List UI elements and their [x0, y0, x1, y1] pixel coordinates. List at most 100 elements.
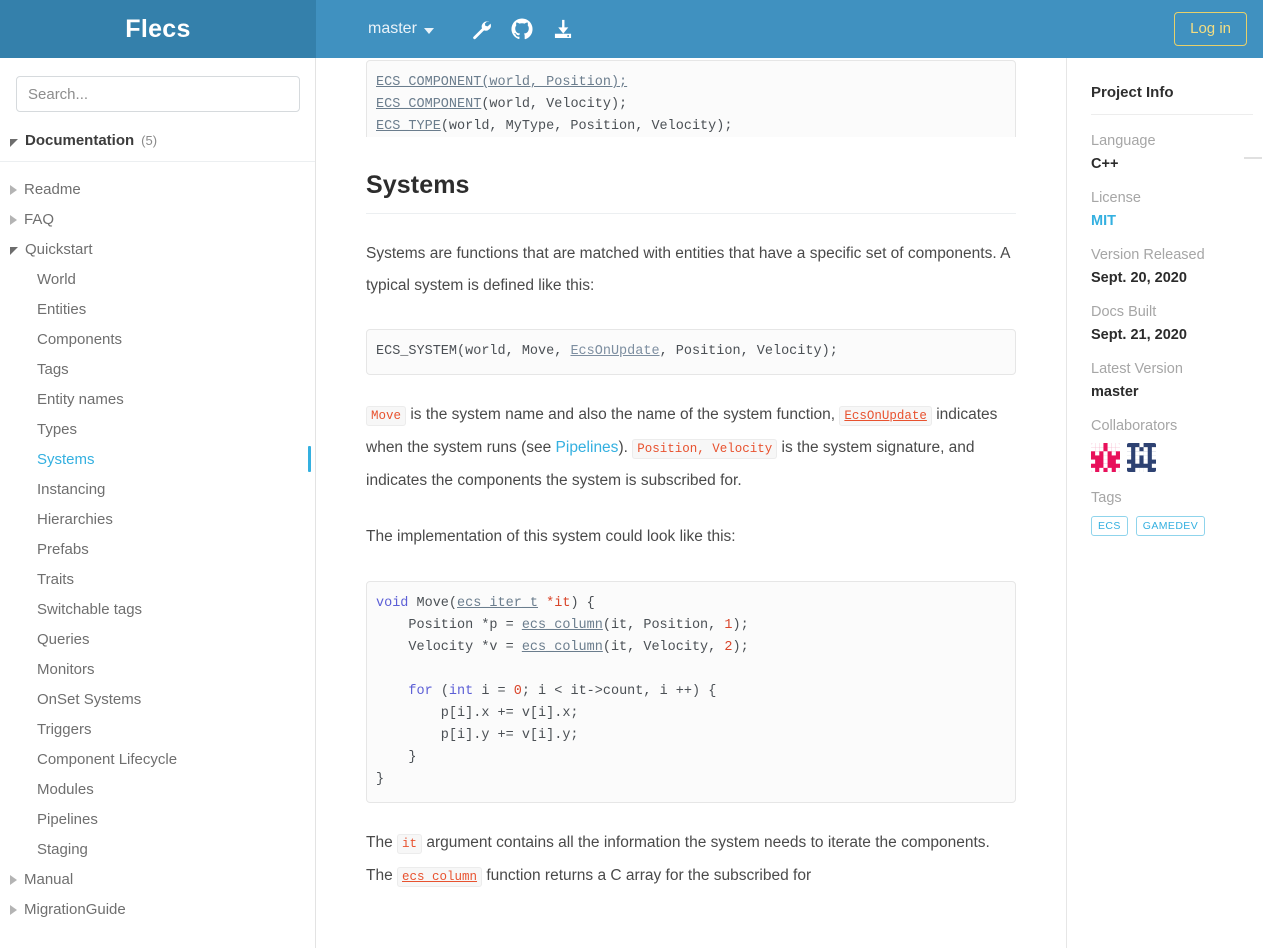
tag-ecs[interactable]: ECS: [1091, 516, 1128, 536]
project-info-value-license[interactable]: MIT: [1091, 213, 1263, 229]
triangle-expanded-icon[interactable]: [10, 247, 18, 255]
sidebar-item-label: MigrationGuide: [24, 900, 126, 918]
code-block-move-implementation: void Move(ecs_iter_t *it) { Position *p …: [366, 581, 1016, 803]
sidebar-item-monitors[interactable]: Monitors: [0, 654, 315, 684]
sidebar-item-onset-systems[interactable]: OnSet Systems: [0, 684, 315, 714]
brand-title[interactable]: Flecs: [125, 15, 190, 44]
chevron-down-icon: [423, 27, 434, 34]
sidebar-item-faq[interactable]: FAQ: [0, 204, 315, 234]
header-nav: master Log in: [316, 0, 1263, 58]
documentation-count: (5): [141, 133, 158, 148]
tag-list: ECS GAMEDEV: [1091, 516, 1263, 536]
sidebar-item-prefabs[interactable]: Prefabs: [0, 534, 315, 564]
sidebar-item-staging[interactable]: Staging: [0, 834, 315, 864]
project-info-value-version-released: Sept. 20, 2020: [1091, 270, 1187, 286]
section-title-systems: Systems: [366, 171, 1016, 214]
sidebar-item-components[interactable]: Components: [0, 324, 315, 354]
sidebar-item-entities[interactable]: Entities: [0, 294, 315, 324]
code-impl-l2-mid: (it, Position,: [602, 618, 725, 633]
sidebar-item-instancing[interactable]: Instancing: [0, 474, 315, 504]
code-type-ecs-iter-t: ecs_iter_t: [457, 596, 539, 611]
sidebar-item-label: Manual: [24, 870, 74, 888]
sidebar-item-world[interactable]: World: [0, 264, 315, 294]
sidebar-item-queries[interactable]: Queries: [0, 624, 315, 654]
left-sidebar: Documentation (5) Readme FAQ Quickstart Wor…: [0, 58, 316, 948]
link-pipelines[interactable]: Pipelines: [556, 439, 619, 456]
documentation-section-header[interactable]: Documentation (5): [0, 132, 315, 162]
project-info-label-language: Language: [1091, 133, 1156, 149]
sidebar-item-switchable-tags[interactable]: Switchable tags: [0, 594, 315, 624]
sidebar-item-manual[interactable]: Manual: [0, 864, 315, 894]
inline-code-position-velocity: Position, Velocity: [632, 439, 778, 459]
collaborator-avatar-1[interactable]: [1091, 443, 1120, 472]
download-icon[interactable]: [552, 18, 574, 40]
sidebar-item-modules[interactable]: Modules: [0, 774, 315, 804]
code-fn-ecs-column-1[interactable]: ecs_column: [522, 618, 603, 633]
triangle-expanded-icon: [10, 139, 18, 147]
code-sig-pre: ECS_SYSTEM(world, Move,: [376, 344, 571, 359]
project-info-label-latest-version: Latest Version: [1091, 361, 1183, 377]
sidebar-item-entity-names[interactable]: Entity names: [0, 384, 315, 414]
project-info-value-docs-built: Sept. 21, 2020: [1091, 327, 1187, 343]
code-fn-ecs-column-2[interactable]: ecs_column: [522, 640, 603, 655]
sidebar-item-readme[interactable]: Readme: [0, 174, 315, 204]
code-impl-l1-end: ) {: [570, 596, 595, 611]
top-header: Flecs master Log in: [0, 0, 1263, 58]
collaborator-avatar-2[interactable]: [1127, 443, 1156, 472]
wrench-icon[interactable]: [470, 18, 492, 40]
sidebar-item-triggers[interactable]: Triggers: [0, 714, 315, 744]
code-link-ecsonupdate[interactable]: EcsOnUpdate: [570, 344, 659, 359]
sidebar-item-types[interactable]: Types: [0, 414, 315, 444]
sidebar-item-migrationguide[interactable]: MigrationGuide: [0, 894, 315, 924]
sidebar-item-component-lifecycle[interactable]: Component Lifecycle: [0, 744, 315, 774]
main-inner: ECS_COMPONENT(world, Position); ECS_COMP…: [317, 58, 1065, 893]
sidebar-item-label: Staging: [37, 840, 88, 858]
code-block-top-wrapper: ECS_COMPONENT(world, Position); ECS_COMP…: [366, 58, 1016, 137]
sidebar-item-pipelines[interactable]: Pipelines: [0, 804, 315, 834]
p2-text-3: ).: [618, 439, 633, 456]
sidebar-item-hierarchies[interactable]: Hierarchies: [0, 504, 315, 534]
project-info-fields: Language C++ License MIT Version Released Sep…: [1091, 133, 1263, 400]
github-icon[interactable]: [511, 18, 533, 40]
sidebar-item-label: World: [37, 270, 76, 288]
p4-text-1: The: [366, 834, 398, 851]
branch-label: master: [368, 20, 417, 37]
collaborators-avatars: [1091, 443, 1263, 472]
code-fn-ecs-type: ECS_TYPE: [376, 119, 441, 134]
search-input[interactable]: [16, 76, 300, 112]
inline-code-ecsonupdate[interactable]: EcsOnUpdate: [839, 406, 932, 426]
sidebar-item-tags[interactable]: Tags: [0, 354, 315, 384]
scrollbar-track-mark[interactable]: [1244, 157, 1262, 159]
triangle-collapsed-icon[interactable]: [10, 215, 17, 225]
inline-code-ecs-column[interactable]: ecs_column: [397, 867, 483, 887]
paragraph-system-explanation: Move is the system name and also the nam…: [366, 399, 1016, 497]
sidebar-item-label: Monitors: [37, 660, 95, 678]
project-info-title: Project Info: [1091, 58, 1253, 115]
project-info-label-version-released: Version Released: [1091, 247, 1205, 263]
tags-label: Tags: [1091, 490, 1122, 506]
triangle-collapsed-icon[interactable]: [10, 905, 17, 915]
code-impl-l8: }: [376, 772, 385, 787]
code-impl-l7: }: [376, 750, 417, 765]
branch-dropdown[interactable]: master: [366, 16, 436, 42]
code-impl-l1-star: *it: [538, 596, 571, 611]
tag-gamedev[interactable]: GAMEDEV: [1135, 516, 1206, 536]
code-impl-l5: p[i].x += v[i].x;: [376, 706, 579, 721]
project-info-label-license: License: [1091, 190, 1141, 206]
sidebar-item-label: OnSet Systems: [37, 690, 142, 708]
sidebar-item-traits[interactable]: Traits: [0, 564, 315, 594]
sidebar-item-systems[interactable]: Systems: [0, 444, 315, 474]
code-impl-l4-b: i =: [473, 684, 514, 699]
login-button[interactable]: Log in: [1174, 12, 1247, 46]
sidebar-item-label: Pipelines: [37, 810, 98, 828]
code-impl-l3-mid: (it, Velocity,: [602, 640, 725, 655]
sidebar-item-quickstart[interactable]: Quickstart: [0, 234, 315, 264]
sidebar-item-label: Component Lifecycle: [37, 750, 178, 768]
inline-code-move: Move: [366, 406, 407, 426]
code-impl-l1-name: Move(: [408, 596, 458, 611]
triangle-collapsed-icon[interactable]: [10, 875, 17, 885]
triangle-collapsed-icon[interactable]: [10, 185, 17, 195]
collaborators-label: Collaborators: [1091, 418, 1178, 434]
code-args-1: (world, Velocity);: [481, 97, 628, 112]
code-impl-l3-pre: Velocity *v =: [376, 640, 522, 655]
